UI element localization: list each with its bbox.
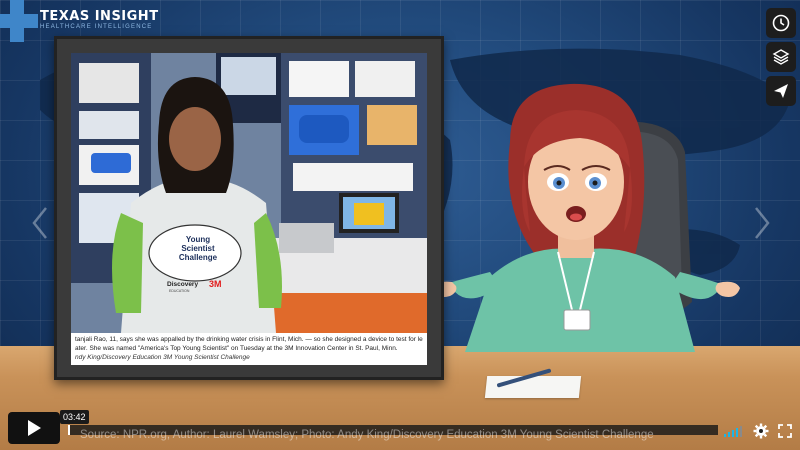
volume-button[interactable] [724,425,744,437]
previous-slide-arrow-icon[interactable] [30,206,50,240]
brand-logo: TEXAS INSIGHT HEALTHCARE INTELLIGENCE [0,0,159,46]
gear-icon [753,423,769,439]
play-button[interactable] [8,412,60,444]
news-photo: Young Scientist Challenge Discovery EDUC… [71,53,427,333]
medical-cross-icon [0,0,38,42]
next-slide-arrow-icon[interactable] [752,206,772,240]
volume-bars-icon [724,426,743,437]
fullscreen-icon [777,424,792,438]
shirt-text-line2: Scientist [181,244,215,253]
shirt-3m-logo: 3M [209,279,222,289]
shirt-text-line1: Young [185,235,211,244]
source-caption: Source: NPR.org, Author: Laurel Wamsley;… [80,429,654,441]
logo-subtitle: HEALTHCARE INTELLIGENCE [40,24,153,30]
progress-handle[interactable] [68,425,70,435]
shirt-brand: Discovery [167,281,199,288]
logo-title: TEXAS INSIGHT [40,9,159,24]
shirt-brand-sub: EDUCATION [169,289,190,293]
news-photo-frame: Young Scientist Challenge Discovery EDUC… [54,36,444,380]
science-fair-photo [71,53,427,333]
current-time: 03:42 [60,410,89,424]
layers-icon [772,49,790,65]
newsreader-character [432,83,740,352]
clock-icon [772,14,790,32]
shirt-logo-text: Young Scientist Challenge [163,235,233,262]
photo-caption: tanjali Rao, 11, says she was appalled b… [71,333,427,365]
settings-button[interactable] [753,423,769,439]
player-controls-right [720,418,796,444]
video-stage: Young Scientist Challenge Discovery EDUC… [0,0,800,450]
watch-later-button[interactable] [766,8,796,38]
caption-line-2: ater. She was named "America's Top Young… [75,345,398,352]
send-icon [774,84,788,98]
play-icon [28,420,41,436]
share-button[interactable] [766,76,796,106]
caption-credit: ndy King/Discovery Education 3M Young Sc… [75,354,250,361]
fullscreen-button[interactable] [777,424,792,438]
shirt-text-line3: Challenge [178,253,218,262]
caption-line-1: tanjali Rao, 11, says she was appalled b… [75,336,423,343]
collections-button[interactable] [766,42,796,72]
